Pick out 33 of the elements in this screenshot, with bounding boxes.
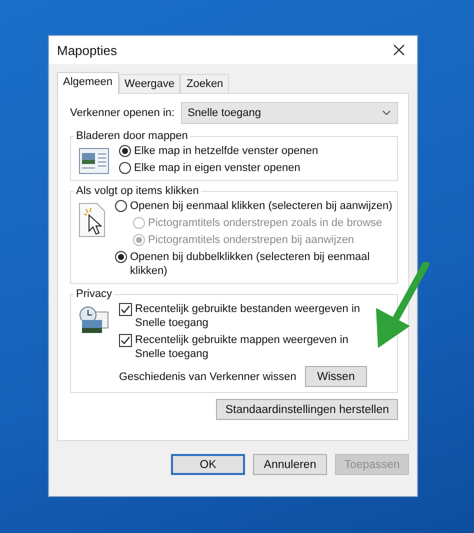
option-label: Elke map in hetzelfde venster openen	[134, 144, 318, 158]
tab[interactable]: Zoeken	[180, 74, 230, 93]
tab[interactable]: Algemeen	[57, 72, 119, 94]
checkbox-label: Recentelijk gebruikte bestanden weergeven in Snelle toegang	[135, 302, 362, 330]
chevron-down-icon	[382, 110, 391, 116]
window-icon	[79, 148, 109, 174]
window-title: Mapopties	[57, 42, 117, 58]
dialog-button[interactable]: Annuleren	[253, 454, 327, 475]
option-label: Pictogramtitels onderstrepen bij aanwijzen	[148, 233, 354, 247]
restore-defaults-button[interactable]: Standaardinstellingen herstellen	[216, 399, 398, 420]
clock-picture-icon	[79, 306, 109, 334]
radio-button[interactable]	[119, 145, 131, 157]
checkbox[interactable]	[119, 303, 132, 316]
checkbox-label: Recentelijk gebruikte mappen weergeven in Snelle toegang	[135, 333, 350, 361]
group-title: Privacy	[75, 288, 114, 300]
field-label: Verkenner openen in:	[70, 107, 175, 119]
radio-button[interactable]	[119, 162, 131, 174]
option-label: Openen bij dubbelklikken (selecteren bij eenmaal klikken)	[130, 250, 371, 278]
clear-button[interactable]: Wissen	[305, 366, 367, 387]
tab[interactable]: Weergave	[118, 74, 180, 93]
option-label: Pictogramtitels onderstrepen zoals in de browse	[148, 216, 382, 230]
group-title: Bladeren door mappen	[75, 130, 189, 142]
clear-history-label: Geschiedenis van Verkenner wissen	[119, 370, 296, 382]
option-label: Openen bij eenmaal klikken (selecteren bij aanwijzen)	[130, 199, 392, 213]
radio-button[interactable]	[115, 200, 127, 212]
group-title: Als volgt op items klikken	[75, 185, 200, 197]
cursor-icon	[79, 203, 105, 237]
close-icon[interactable]	[393, 44, 405, 56]
checkbox[interactable]	[119, 334, 132, 347]
option-label: Elke map in eigen venster openen	[134, 161, 300, 175]
radio-button[interactable]	[115, 251, 127, 263]
dropdown[interactable]: Snelle toegang	[180, 102, 398, 124]
dialog-button[interactable]: OK	[171, 454, 245, 475]
